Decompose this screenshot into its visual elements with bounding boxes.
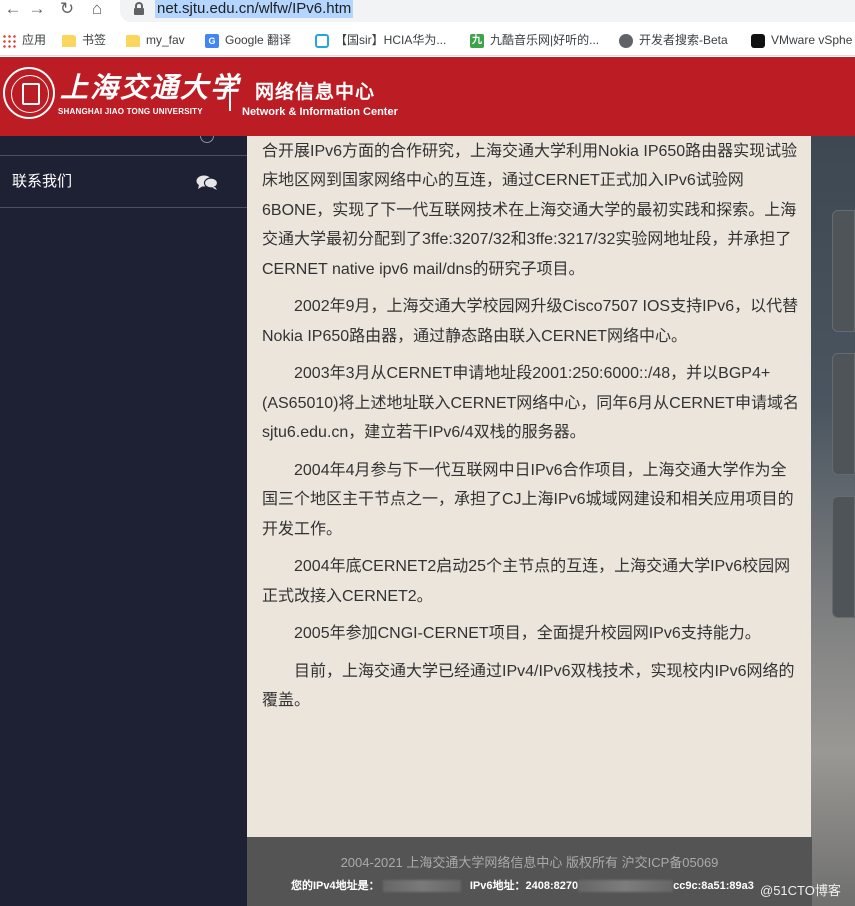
reload-icon[interactable]: ↻ [56,0,78,20]
google-translate-icon: G [205,33,219,48]
bookmark-hcia[interactable]: 【国sir】HCIA华为... [315,30,446,50]
watermark: @51CTO博客 [760,883,841,898]
bookmark-apps[interactable]: 应用 [2,30,46,50]
article-paragraph: IPv6方面的实践，建立了IPv6的试验网络。1999年11月，CERNET-N… [262,142,798,278]
sidebar: 联系我们 [0,136,247,906]
browser-toolbar: ← → ↻ ⌂ net.sjtu.edu.cn/wlfw/IPv6.htm [0,0,855,24]
site-header: 上海交通大学 SHANGHAI JIAO TONG UNIVERSITY 网络信… [0,57,855,136]
university-name-en: SHANGHAI JIAO TONG UNIVERSITY [58,107,203,116]
side-widget[interactable] [832,353,855,475]
redacted-ipv4 [382,880,461,893]
apps-grid-icon [2,33,16,48]
article-paragraph: 2004年4月参与下一代互联网中日IPv6合作项目，上海交通大学作为全国三个地区… [262,461,794,538]
bookmarks-bar: 应用 书签 my_fav G Google 翻译 【国sir】HCIA华为... … [0,24,855,56]
chat-bubbles-icon [196,175,218,190]
ipv6-label: IPv6地址： [469,880,526,892]
article-paragraph: 2003年3月从CERNET申请地址段2001:250:6000::/48，并以… [262,365,799,441]
article-paragraph: 2005年参加CNGI-CERNET项目，全面提升校园网IPv6支持能力。 [294,625,761,642]
article-content: IPv6方面的实践，建立了IPv6的试验网络。1999年11月，CERNET-N… [247,136,811,837]
article-paragraph: 目前，上海交通大学已经通过IPv4/IPv6双栈技术，实现校内IPv6网络的覆盖… [262,662,795,710]
globe-icon [619,33,633,48]
article-paragraph: 2002年9月，上海交通大学校园网升级Cisco7507 IOS支持IPv6，以… [262,298,799,345]
back-arrow-icon[interactable]: ← [2,0,24,20]
bookmark-my-fav[interactable]: my_fav [126,30,185,50]
ipv4-label: 您的IPv4地址是： [291,880,380,892]
university-name-cn[interactable]: 上海交通大学 [60,71,240,105]
bookmark-dev-search[interactable]: 开发者搜索-Beta [619,30,728,50]
ipv6-address-start: 2408:8270 [525,880,579,892]
home-icon[interactable]: ⌂ [86,0,108,20]
side-widget[interactable] [832,496,855,618]
bilibili-tv-icon [315,33,329,48]
center-name-cn[interactable]: 网络信息中心 [255,77,375,104]
lock-icon[interactable] [134,2,144,15]
address-bar[interactable]: net.sjtu.edu.cn/wlfw/IPv6.htm [120,0,855,22]
bookmark-vmware[interactable]: VMware vSphe [751,30,852,50]
header-divider [229,77,231,111]
university-seal-logo[interactable] [3,67,55,119]
bookmark-bookmarks-folder[interactable]: 书签 [62,30,106,50]
article-paragraph: 2004年底CERNET2启动25个主节点的互连，上海交通大学IPv6校园网正式… [262,558,791,605]
bookmark-music[interactable]: 九九酷音乐网|好听的... [470,30,599,50]
center-name-en: Network & Information Center [242,106,398,118]
footer: 2004-2021 上海交通大学网络信息中心 版权所有 沪交ICP备05069 … [247,837,812,906]
bookmark-google-translate[interactable]: G Google 翻译 [205,30,291,50]
sidebar-item-label: 联系我们 [12,173,73,190]
folder-icon [62,34,76,47]
sidebar-item-contact[interactable]: 联系我们 [0,156,247,208]
footer-copyright: 2004-2021 上海交通大学网络信息中心 版权所有 沪交ICP备05069 [340,855,719,870]
ipv6-address-end: cc9c:8a51:89a3 [673,880,754,892]
folder-icon [126,34,140,47]
site-icon: 九 [470,33,484,48]
redacted-ipv6 [578,880,674,893]
forward-arrow-icon[interactable]: → [26,0,48,20]
url-text[interactable]: net.sjtu.edu.cn/wlfw/IPv6.htm [155,0,354,18]
vmware-icon [751,33,765,48]
article-body: IPv6方面的实践，建立了IPv6的试验网络。1999年11月，CERNET-N… [262,136,802,724]
sidebar-item-icon-partial [200,136,214,143]
footer-ip-info: 您的IPv4地址是： IPv6地址：2408:8270 cc9c:8a51:89a… [291,877,754,893]
side-widget[interactable] [832,210,855,332]
